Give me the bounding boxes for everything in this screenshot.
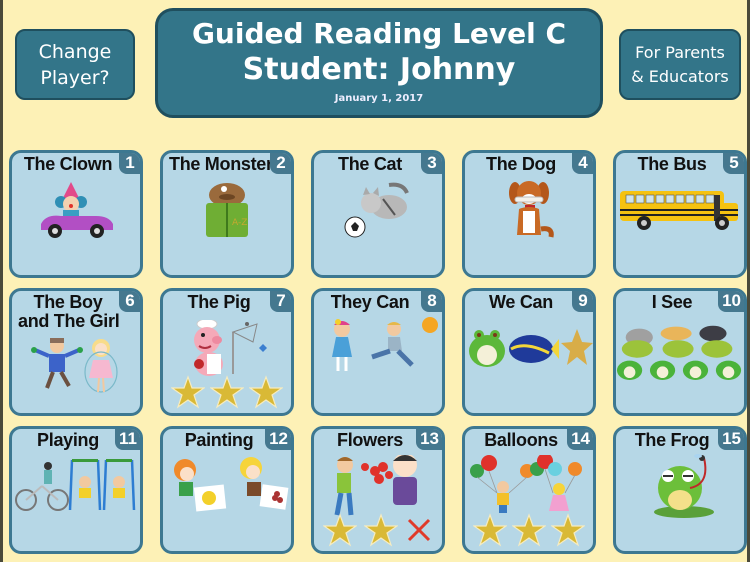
star-icon (247, 375, 284, 413)
dog-with-bone-illustration (465, 179, 593, 241)
star-icon (549, 513, 586, 551)
book-title-line: Balloons (484, 430, 558, 450)
book-grid: The Clown 1 The Monster 2 A-Z The Cat 3 The Dog… (9, 150, 747, 554)
book-title-line: The Monster (169, 154, 273, 174)
book-number-badge: 5 (723, 153, 744, 174)
book-title-line: The Cat (338, 154, 402, 174)
x-mark-icon (405, 516, 433, 548)
score-stars (163, 375, 291, 413)
book-title-line: The Pig (187, 292, 251, 312)
book-card[interactable]: The Monster 2 A-Z (160, 150, 294, 278)
date-label: January 1, 2017 (334, 93, 424, 104)
frog-fish-star-illustration (465, 317, 593, 379)
book-title-line: The Bus (637, 154, 707, 174)
book-title-line: Playing (37, 430, 99, 450)
kids-with-balloons-illustration (465, 455, 593, 517)
book-title-line-2: and The Girl (18, 311, 120, 331)
boy-and-girl-illustration (12, 335, 140, 397)
book-number-badge: 6 (119, 291, 140, 312)
student-name: Student: Johnny (242, 52, 516, 87)
book-title-line: Flowers (337, 430, 403, 450)
bike-and-swings-illustration (12, 455, 140, 517)
change-player-label-2: Player? (40, 66, 110, 89)
book-title-line: The Clown (23, 154, 113, 174)
book-number-badge: 12 (265, 429, 291, 450)
frog-catching-fly-illustration (616, 454, 744, 518)
book-card[interactable]: Balloons 14 (462, 426, 596, 554)
book-number-badge: 2 (270, 153, 291, 174)
star-icon (363, 513, 399, 551)
book-card[interactable]: I See 10 (613, 288, 747, 416)
pig-with-net-illustration (163, 317, 291, 379)
book-card[interactable]: We Can 9 (462, 288, 596, 416)
parents-label-2: & Educators (631, 66, 729, 86)
book-number-badge: 1 (119, 153, 140, 174)
book-title-line: The Dog (486, 154, 556, 174)
book-card[interactable]: Flowers 13 (311, 426, 445, 554)
book-card[interactable]: The Boy and The Girl 6 (9, 288, 143, 416)
animals-on-turtles-and-frogs-illustration (616, 317, 744, 380)
header-banner: Guided Reading Level C Student: Johnny J… (155, 8, 603, 118)
book-card[interactable]: The Frog 15 (613, 426, 747, 554)
book-title-line: The Frog (634, 430, 710, 450)
change-player-label-1: Change (38, 40, 112, 63)
book-number-badge: 9 (572, 291, 593, 312)
clown-in-car-illustration (12, 179, 140, 241)
star-icon (472, 513, 509, 551)
kitten-with-soccer-ball-illustration (314, 179, 442, 241)
level-title: Guided Reading Level C (191, 17, 567, 50)
book-number-badge: 10 (718, 291, 744, 312)
book-title-line: I See (651, 292, 693, 312)
parents-label-1: For Parents (635, 42, 725, 62)
book-number-badge: 7 (270, 291, 291, 312)
book-card[interactable]: The Dog 4 (462, 150, 596, 278)
book-number-badge: 8 (421, 291, 442, 312)
book-number-badge: 4 (572, 153, 593, 174)
book-number-badge: 14 (567, 429, 593, 450)
book-number-badge: 13 (416, 429, 442, 450)
book-card[interactable]: The Clown 1 (9, 150, 143, 278)
boy-giving-flowers-illustration (314, 455, 442, 517)
book-card[interactable]: Playing 11 (9, 426, 143, 554)
school-bus-illustration (616, 179, 744, 241)
book-title-line: We Can (489, 292, 553, 312)
parents-educators-button[interactable]: For Parents & Educators (619, 29, 741, 100)
book-number-badge: 3 (421, 153, 442, 174)
book-title-line: They Can (330, 292, 410, 312)
star-icon (209, 375, 245, 413)
book-number-badge: 15 (718, 429, 744, 450)
book-title-line: The Boy (33, 292, 103, 312)
book-number-badge: 11 (115, 429, 140, 450)
star-icon (322, 513, 359, 551)
score-stars (314, 513, 442, 551)
change-player-button[interactable]: Change Player? (15, 29, 135, 100)
book-title-line: Painting (184, 430, 254, 450)
svg-text:A-Z: A-Z (232, 218, 247, 228)
star-icon (170, 375, 207, 413)
kids-painting-illustration (163, 455, 291, 517)
star-icon (511, 513, 547, 551)
book-card[interactable]: They Can 8 (311, 288, 445, 416)
monster-reading-book-illustration: A-Z (163, 179, 291, 241)
score-stars (465, 513, 593, 551)
girl-and-running-boy-illustration (314, 317, 442, 379)
book-card[interactable]: The Bus 5 (613, 150, 747, 278)
book-card[interactable]: The Cat 3 (311, 150, 445, 278)
book-card[interactable]: Painting 12 (160, 426, 294, 554)
book-card[interactable]: The Pig 7 (160, 288, 294, 416)
